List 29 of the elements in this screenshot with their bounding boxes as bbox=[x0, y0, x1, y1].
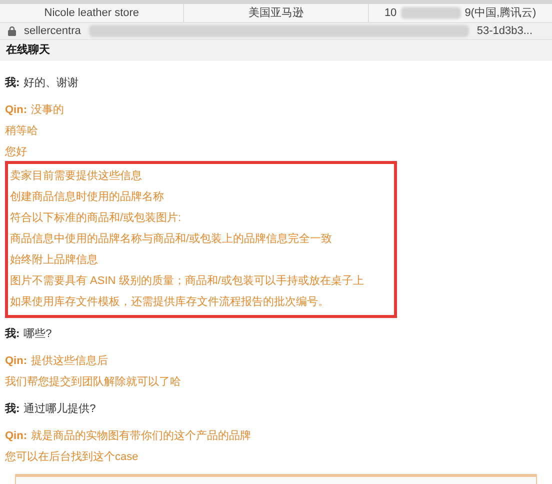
message-text: 卖家目前需要提供这些信息 bbox=[10, 168, 142, 184]
message-text: 图片不需要具有 ASIN 级别的质量；商品和/或包装可以手持或放在桌子上 bbox=[10, 274, 364, 290]
message-text: 提供这些信息后 bbox=[31, 354, 108, 370]
message-text: 我们帮您提交到团队解除就可以了哈 bbox=[5, 374, 181, 390]
message-input[interactable] bbox=[15, 474, 537, 484]
message-text: 商品信息中使用的品牌名称与商品和/或包装上的品牌信息完全一致 bbox=[10, 232, 332, 248]
sender-name: Qin: bbox=[5, 103, 27, 118]
sender-name: Qin: bbox=[5, 429, 27, 444]
sender-name: 我: bbox=[5, 326, 20, 342]
sender-name: 我: bbox=[5, 402, 20, 418]
message-text: 通过哪儿提供? bbox=[24, 402, 96, 418]
browser-tab[interactable]: Nicole leather store bbox=[0, 4, 184, 22]
address-bar[interactable]: sellercentra 53-1d3b3... bbox=[0, 22, 552, 40]
message-text: 符合以下标准的商品和/或包装图片: bbox=[10, 210, 182, 226]
message-text: 哪些? bbox=[24, 327, 52, 342]
message-text: 您可以在后台找到这个case bbox=[5, 450, 138, 466]
message-text: 就是商品的实物图有带你们的这个产品的品牌 bbox=[31, 428, 251, 444]
message-text: 没事的 bbox=[31, 103, 64, 118]
blurred-text bbox=[400, 6, 461, 19]
sender-name: Qin: bbox=[5, 354, 27, 370]
sender-name: 我: bbox=[5, 76, 20, 92]
chat-title: 在线聊天 bbox=[6, 42, 50, 58]
message-text: 好的、谢谢 bbox=[24, 76, 79, 92]
message-text: 创建商品信息时使用的品牌名称 bbox=[10, 190, 164, 206]
message-text: 您好 bbox=[5, 145, 27, 160]
message-text: 始终附上品牌信息 bbox=[10, 253, 98, 268]
message-text: 如果使用库存文件模板，还需提供库存文件流程报告的批次编号。 bbox=[10, 294, 329, 310]
lock-icon bbox=[8, 26, 16, 36]
message-text: 稍等哈 bbox=[5, 124, 38, 140]
